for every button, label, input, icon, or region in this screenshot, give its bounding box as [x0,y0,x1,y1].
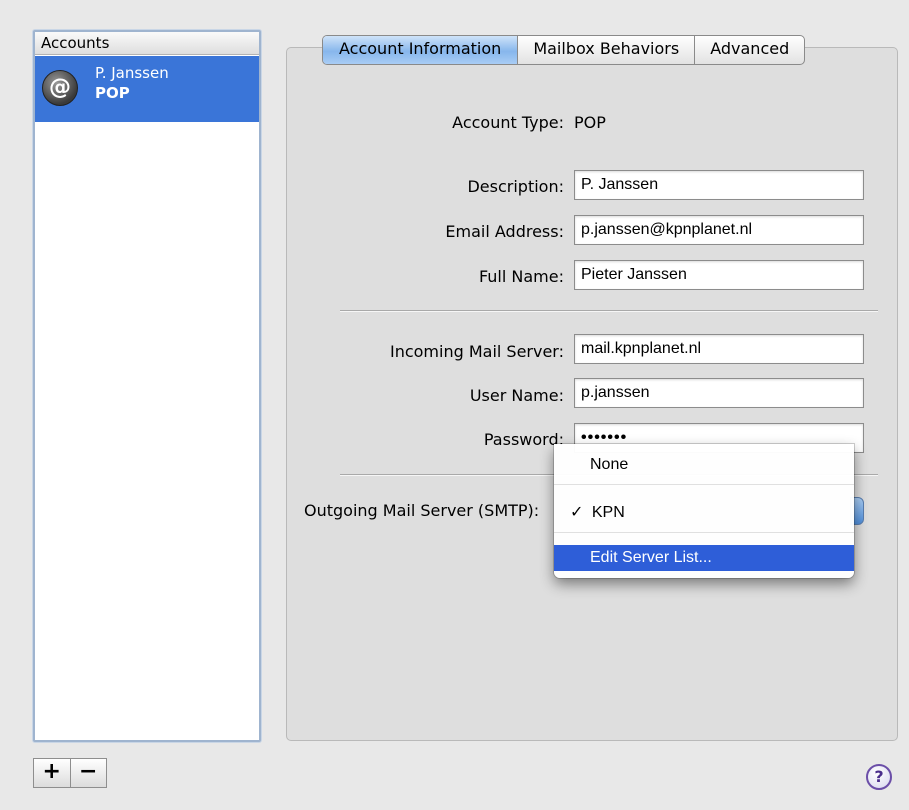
menu-separator [554,484,854,485]
remove-account-button[interactable]: − [71,759,107,787]
add-account-button[interactable]: + [34,759,71,787]
tab-advanced[interactable]: Advanced [694,36,804,64]
account-list-buttons: + − [33,758,107,788]
tab-mailbox-behaviors[interactable]: Mailbox Behaviors [517,36,694,64]
checkmark-icon: ✓ [570,504,584,521]
tab-account-information[interactable]: Account Information [323,36,518,64]
menu-separator [554,532,854,533]
account-type-value: POP [574,113,606,132]
smtp-dropdown-menu: None ✓ KPN Edit Server List... [554,444,854,578]
description-field[interactable]: P. Janssen [574,170,864,200]
account-type-label: Account Type: [452,113,564,132]
incoming-server-label: Incoming Mail Server: [389,342,564,361]
password-label: Password: [483,430,564,449]
menu-item-edit-server-list[interactable]: Edit Server List... [554,545,854,571]
help-icon[interactable]: ? [866,764,892,790]
menu-item-kpn-label: KPN [591,504,625,521]
email-field[interactable]: p.janssen@kpnplanet.nl [574,215,864,245]
description-label: Description: [467,177,564,196]
accounts-header: Accounts [35,32,259,55]
separator [340,310,878,312]
incoming-server-field[interactable]: mail.kpnplanet.nl [574,334,864,364]
full-name-field[interactable]: Pieter Janssen [574,260,864,290]
email-label: Email Address: [445,222,564,241]
menu-item-none[interactable]: None [554,456,854,474]
at-sign-icon: @ [42,70,78,106]
accounts-list[interactable]: Accounts @ P. Janssen POP [33,30,261,742]
menu-item-kpn[interactable]: ✓ KPN [554,502,854,522]
account-item-p-janssen[interactable]: @ P. Janssen POP [35,56,259,122]
full-name-label: Full Name: [478,267,564,286]
user-name-label: User Name: [469,386,564,405]
smtp-label: Outgoing Mail Server (SMTP): [304,501,540,520]
user-name-field[interactable]: p.janssen [574,378,864,408]
tab-bar: Account Information Mailbox Behaviors Ad… [322,35,806,65]
account-name: P. Janssen [95,64,169,82]
account-type: POP [95,84,130,102]
